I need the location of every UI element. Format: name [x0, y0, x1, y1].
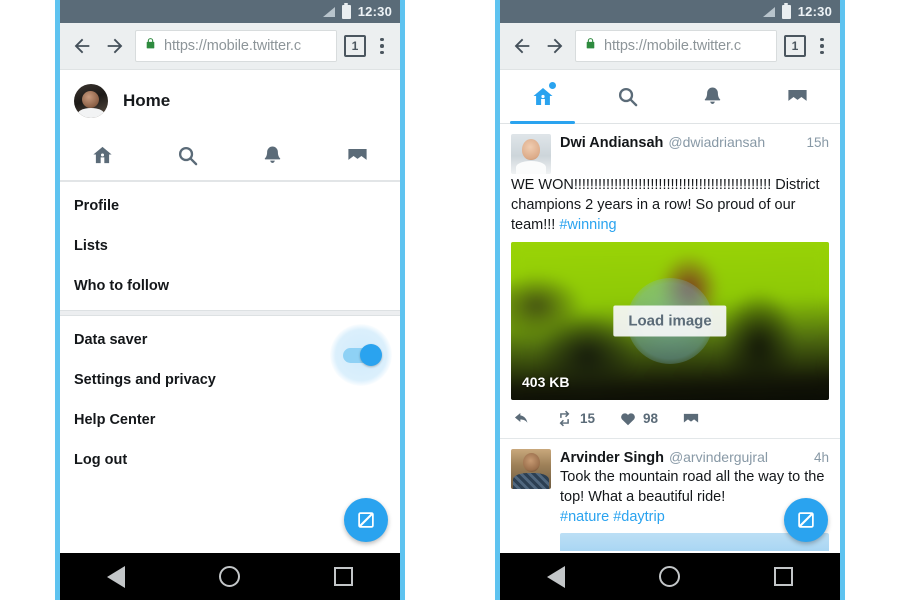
url-text: https://mobile.twitter.c [164, 38, 302, 54]
tweet-timestamp: 4h [813, 450, 829, 465]
home-circle-icon[interactable] [219, 566, 240, 587]
status-time: 12:30 [357, 4, 392, 19]
menu-item-label: Log out [74, 452, 128, 468]
tweet-text-line-1: Took the mountain road all the way to th… [560, 469, 825, 485]
lock-icon [584, 36, 597, 56]
timeline[interactable]: Dwi Andiansah @dwiadriansah 15h WE WON!!… [500, 124, 840, 553]
battery-icon [341, 2, 351, 19]
tab-notifications[interactable] [670, 70, 755, 123]
tweet-timestamp: 15h [806, 135, 829, 150]
tweet-hashtag[interactable]: #nature #daytrip [560, 509, 665, 525]
tab-search[interactable] [585, 70, 670, 123]
avatar[interactable] [74, 84, 108, 118]
avatar[interactable] [511, 449, 551, 489]
signal-icon [762, 6, 775, 17]
load-image-button[interactable]: Load image [613, 305, 727, 337]
media-size-label: 403 KB [522, 374, 570, 390]
status-time: 12:30 [797, 4, 832, 19]
menu-item-settings-and-privacy[interactable]: Settings and privacy [60, 360, 400, 400]
tweet-text-line-2: top! What a beautiful ride! [560, 489, 726, 505]
menu-item-profile[interactable]: Profile [60, 186, 400, 226]
browser-toolbar-left: https://mobile.twitter.c 1 [60, 23, 400, 70]
overflow-menu-icon[interactable] [373, 37, 391, 55]
phone-right: 12:30 https://mobile.twitter.c 1 Dwi And… [495, 0, 845, 600]
tweet-media-placeholder[interactable]: Load image 403 KB [511, 242, 829, 400]
phone-right-screen: 12:30 https://mobile.twitter.c 1 Dwi And… [500, 0, 840, 600]
compose-tweet-button[interactable] [784, 498, 828, 542]
menu-item-who-to-follow[interactable]: Who to follow [60, 266, 400, 306]
phone-left-screen: 12:30 https://mobile.twitter.c 1 Home Pr… [60, 0, 400, 600]
back-triangle-icon[interactable] [547, 565, 565, 588]
url-bar[interactable]: https://mobile.twitter.c [135, 30, 337, 62]
tweet-author-handle: @arvindergujral [668, 449, 768, 465]
tweet-author-name: Arvinder Singh [560, 450, 664, 466]
tab-notifications[interactable] [230, 130, 315, 180]
home-circle-icon[interactable] [659, 566, 680, 587]
menu-item-log-out[interactable]: Log out [60, 440, 400, 480]
retweet-button[interactable]: 15 [555, 409, 595, 428]
compose-tweet-button[interactable] [344, 498, 388, 542]
direct-message-button[interactable] [682, 410, 700, 428]
back-triangle-icon[interactable] [107, 565, 125, 588]
browser-toolbar-right: https://mobile.twitter.c 1 [500, 23, 840, 70]
forward-arrow-icon[interactable] [542, 33, 568, 59]
menu-item-label: Settings and privacy [74, 372, 216, 388]
menu-item-label: Profile [74, 198, 120, 214]
forward-arrow-icon[interactable] [102, 33, 128, 59]
menu-item-label: Who to follow [74, 278, 170, 294]
tweet-action-bar: 15 98 [511, 400, 829, 432]
menu-item-label: Lists [74, 238, 108, 254]
status-bar-left: 12:30 [60, 0, 400, 23]
tweet-author-name: Dwi Andiansah [560, 135, 664, 151]
tab-strip-right [500, 70, 840, 124]
tab-count-button[interactable]: 1 [784, 35, 806, 57]
tweet-item[interactable]: Arvinder Singh @arvindergujral 4h Took t… [500, 439, 840, 553]
tab-messages[interactable] [315, 130, 400, 180]
tweet-text: WE WON!!!!!!!!!!!!!!!!!!!!!!!!!!!!!!!!!!… [511, 175, 829, 235]
reply-button[interactable] [513, 410, 531, 428]
dual-phone-mockup: 12:30 https://mobile.twitter.c 1 Home Pr… [0, 0, 900, 600]
tweet-media-loading-bar [560, 533, 829, 551]
battery-icon [781, 2, 791, 19]
page-title: Home [123, 91, 171, 110]
back-arrow-icon[interactable] [69, 33, 95, 59]
recents-square-icon[interactable] [334, 567, 353, 586]
tab-home[interactable] [500, 70, 585, 124]
overflow-menu-icon[interactable] [813, 37, 831, 55]
twitter-timeline-panel: Dwi Andiansah @dwiadriansah 15h WE WON!!… [500, 124, 840, 553]
tweet-author-handle: @dwiadriansah [668, 134, 766, 150]
twitter-menu-panel: Home Profile Lists Who to follow Data sa… [60, 70, 400, 553]
tab-strip-left [60, 130, 400, 182]
notification-dot-badge [548, 82, 556, 89]
tweet-item[interactable]: Dwi Andiansah @dwiadriansah 15h WE WON!!… [500, 124, 840, 439]
menu-group-settings: Data saver Settings and privacy Help Cen… [60, 316, 400, 484]
android-nav-bar-left [60, 553, 400, 600]
like-button[interactable]: 98 [619, 410, 658, 428]
menu-item-label: Help Center [74, 412, 156, 428]
menu-item-help-center[interactable]: Help Center [60, 400, 400, 440]
status-bar-right: 12:30 [500, 0, 840, 23]
avatar[interactable] [511, 134, 551, 174]
retweet-count: 15 [580, 411, 596, 426]
url-text: https://mobile.twitter.c [604, 38, 742, 54]
tweet-text-line-1: WE WON!!!!!!!!!!!!!!!!!!!!!!!!!!!!!!!!!!… [511, 177, 772, 193]
like-count: 98 [643, 411, 659, 426]
lock-icon [144, 36, 157, 56]
tweet-hashtag[interactable]: #winning [559, 217, 616, 233]
account-header[interactable]: Home [60, 70, 400, 130]
tab-count-button[interactable]: 1 [344, 35, 366, 57]
back-arrow-icon[interactable] [509, 33, 535, 59]
tab-home[interactable] [60, 130, 145, 180]
tab-messages[interactable] [755, 70, 840, 123]
phone-left: 12:30 https://mobile.twitter.c 1 Home Pr… [55, 0, 405, 600]
signal-icon [322, 6, 335, 17]
android-nav-bar-right [500, 553, 840, 600]
tab-search[interactable] [145, 130, 230, 180]
menu-item-label: Data saver [74, 332, 148, 348]
recents-square-icon[interactable] [774, 567, 793, 586]
url-bar[interactable]: https://mobile.twitter.c [575, 30, 777, 62]
menu-group-primary: Profile Lists Who to follow [60, 182, 400, 310]
menu-item-lists[interactable]: Lists [60, 226, 400, 266]
